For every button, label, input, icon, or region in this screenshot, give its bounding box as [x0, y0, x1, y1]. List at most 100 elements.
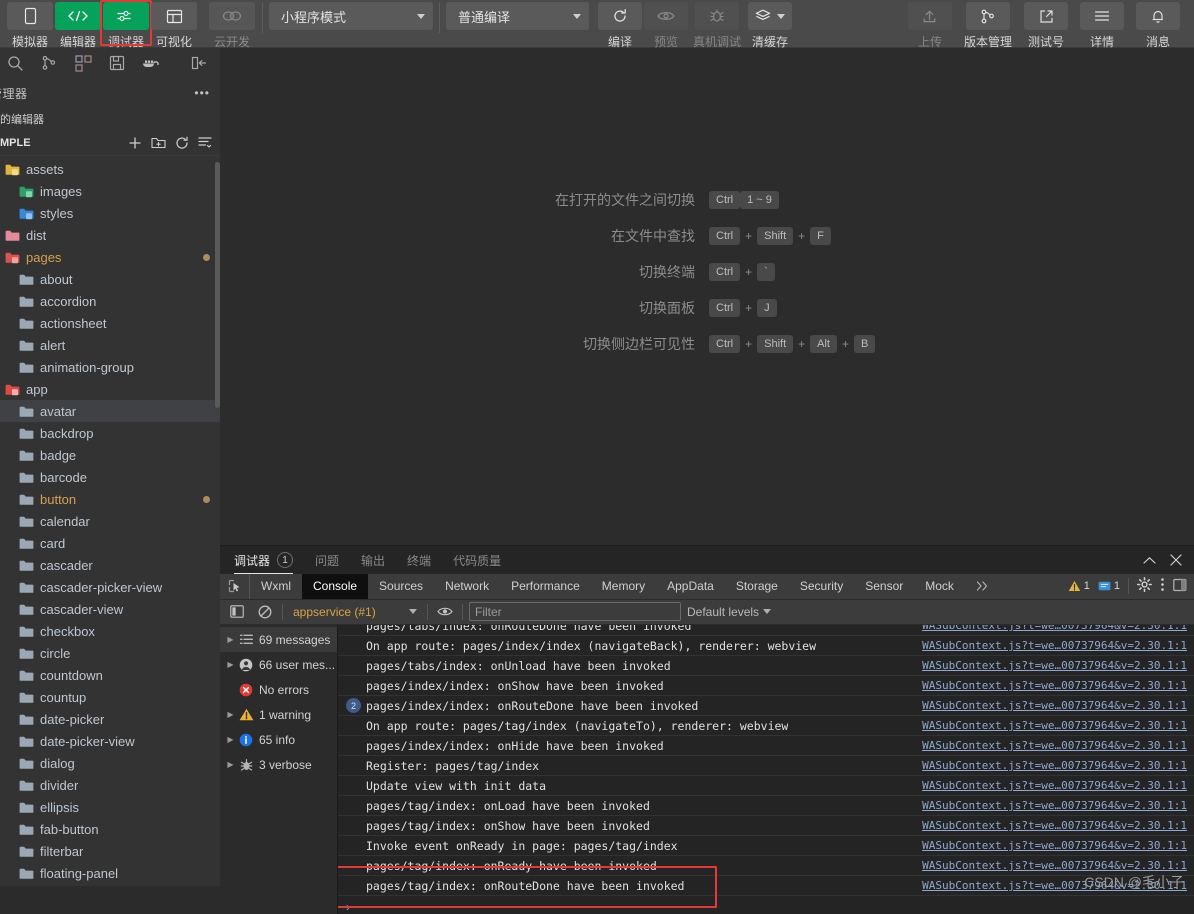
devtools-tab-memory[interactable]: Memory: [591, 574, 656, 599]
console-sidebar-toggle-icon[interactable]: [226, 602, 248, 622]
panel-tab-terminal[interactable]: 终端: [407, 546, 431, 574]
file-tree[interactable]: assets images styles dist pages about accordio…: [0, 156, 220, 914]
compile-button[interactable]: 编译: [597, 0, 643, 50]
console-log-row[interactable]: pages/tag/index: onReady have been invok…: [338, 856, 1194, 877]
toolbar-tab-cloud[interactable]: 云开发: [208, 0, 256, 50]
warning-count-chip[interactable]: 1: [1068, 580, 1090, 592]
open-editors-section[interactable]: 的编辑器: [0, 108, 220, 130]
expand-triangle-icon[interactable]: ▶: [224, 660, 237, 669]
console-log-row[interactable]: On app route: pages/index/index (navigat…: [338, 636, 1194, 657]
log-source-link[interactable]: WASubContext.js?t=we…00737964&v=2.30.1:1: [922, 859, 1187, 872]
docker-icon[interactable]: [134, 49, 168, 77]
log-source-link[interactable]: WASubContext.js?t=we…00737964&v=2.30.1:1: [922, 839, 1187, 852]
tree-item-cascader-view[interactable]: cascader-view: [0, 598, 220, 620]
tree-item-assets[interactable]: assets: [0, 158, 220, 180]
console-log-row[interactable]: pages/tag/index: onShow have been invoke…: [338, 816, 1194, 837]
new-folder-icon[interactable]: [151, 136, 166, 149]
close-icon[interactable]: [1170, 554, 1182, 566]
tree-item-app[interactable]: app: [0, 378, 220, 400]
tree-item-fab-button[interactable]: fab-button: [0, 818, 220, 840]
message-count-chip[interactable]: 1: [1098, 580, 1120, 592]
panel-tab-debugger[interactable]: 调试器 1: [234, 546, 294, 574]
collapse-panel-icon[interactable]: [182, 49, 216, 77]
mode-select[interactable]: 小程序模式: [269, 2, 433, 30]
devtools-tab-mock[interactable]: Mock: [914, 574, 965, 599]
console-sidebar-item-warning[interactable]: ▶ 1 warning: [220, 702, 337, 727]
expand-triangle-icon[interactable]: ▶: [224, 635, 237, 644]
devtools-tab-appdata[interactable]: AppData: [656, 574, 725, 599]
tree-item-filterbar[interactable]: filterbar: [0, 840, 220, 862]
chevron-double-right-icon[interactable]: [965, 574, 1000, 599]
log-source-link[interactable]: WASubContext.js?t=we…00737964&v=2.30.1:1: [922, 679, 1187, 692]
console-log-row[interactable]: pages/index/index: onShow have been invo…: [338, 676, 1194, 697]
explorer-more-icon[interactable]: •••: [194, 86, 210, 100]
tree-item-cascader[interactable]: cascader: [0, 554, 220, 576]
tree-item-badge[interactable]: badge: [0, 444, 220, 466]
log-source-link[interactable]: WASubContext.js?t=we…00737964&v=2.30.1:1: [922, 625, 1187, 632]
console-log-row[interactable]: pages/index/index: onHide have been invo…: [338, 736, 1194, 757]
tree-item-floating-panel[interactable]: floating-panel: [0, 862, 220, 884]
extensions-icon[interactable]: [66, 49, 100, 77]
devtools-tab-performance[interactable]: Performance: [500, 574, 591, 599]
console-log-row[interactable]: Invoke event onReady in page: pages/tag/…: [338, 836, 1194, 857]
panel-tab-problems[interactable]: 问题: [315, 546, 339, 574]
console-filter-input[interactable]: [469, 602, 681, 622]
project-section-header[interactable]: MPLE: [0, 130, 220, 156]
gear-icon[interactable]: [1137, 577, 1152, 595]
tree-item-actionsheet[interactable]: actionsheet: [0, 312, 220, 334]
tree-item-button[interactable]: button: [0, 488, 220, 510]
sidebar-scrollbar[interactable]: [215, 162, 220, 408]
tree-item-barcode[interactable]: barcode: [0, 466, 220, 488]
console-log-row[interactable]: 2 pages/index/index: onRouteDone have bee…: [338, 696, 1194, 717]
log-source-link[interactable]: WASubContext.js?t=we…00737964&v=2.30.1:1: [922, 819, 1187, 832]
console-log-row[interactable]: pages/tag/index: onLoad have been invoke…: [338, 796, 1194, 817]
chevron-up-icon[interactable]: [1143, 556, 1156, 565]
toolbar-tab-editor[interactable]: 编辑器: [54, 0, 102, 50]
log-source-link[interactable]: WASubContext.js?t=we…00737964&v=2.30.1:1: [922, 639, 1187, 652]
dock-side-icon[interactable]: [1173, 578, 1188, 595]
tree-item-accordion[interactable]: accordion: [0, 290, 220, 312]
devtools-tab-sensor[interactable]: Sensor: [854, 574, 914, 599]
tree-item-date-picker-view[interactable]: date-picker-view: [0, 730, 220, 752]
refresh-icon[interactable]: [175, 136, 189, 150]
new-file-icon[interactable]: [128, 136, 142, 150]
toolbar-tab-visual[interactable]: 可视化: [150, 0, 198, 50]
devtools-tab-sources[interactable]: Sources: [368, 574, 434, 599]
expand-triangle-icon[interactable]: ▶: [224, 760, 237, 769]
console-log-row[interactable]: pages/tabs/index: onUnload have been inv…: [338, 656, 1194, 677]
tree-item-divider[interactable]: divider: [0, 774, 220, 796]
console-sidebar-item-info[interactable]: ▶ 65 info: [220, 727, 337, 752]
inspect-element-icon[interactable]: [220, 574, 250, 599]
panel-tab-output[interactable]: 输出: [361, 546, 385, 574]
log-source-link[interactable]: WASubContext.js?t=we…00737964&v=2.30.1:1: [922, 699, 1187, 712]
toolbar-tab-simulator[interactable]: 模拟器: [6, 0, 54, 50]
devtools-tab-console[interactable]: Console: [302, 574, 369, 599]
messages-button[interactable]: 消息: [1130, 0, 1186, 50]
log-source-link[interactable]: WASubContext.js?t=we…00737964&v=2.30.1:1: [922, 739, 1187, 752]
devtools-tab-network[interactable]: Network: [434, 574, 500, 599]
details-button[interactable]: 详情: [1074, 0, 1130, 50]
tree-item-dialog[interactable]: dialog: [0, 752, 220, 774]
source-control-icon[interactable]: [32, 49, 66, 77]
log-source-link[interactable]: WASubContext.js?t=we…00737964&v=2.30.1:1: [922, 879, 1187, 892]
console-sidebar[interactable]: ▶ 69 messages ▶ 66 user mes... No errors ▶ 1 w…: [220, 625, 338, 914]
tree-item-about[interactable]: about: [0, 268, 220, 290]
search-icon[interactable]: [0, 49, 32, 77]
clear-console-icon[interactable]: [254, 602, 276, 622]
expand-triangle-icon[interactable]: ▶: [224, 710, 237, 719]
console-prompt[interactable]: ›: [338, 896, 1194, 914]
tree-item-circle[interactable]: circle: [0, 642, 220, 664]
tree-item-card[interactable]: card: [0, 532, 220, 554]
tree-item-countdown[interactable]: countdown: [0, 664, 220, 686]
log-source-link[interactable]: WASubContext.js?t=we…00737964&v=2.30.1:1: [922, 799, 1187, 812]
devtools-tab-wxml[interactable]: Wxml: [250, 574, 302, 599]
collapse-all-icon[interactable]: [198, 136, 212, 149]
console-context-select[interactable]: appservice (#1): [289, 605, 421, 619]
tree-item-calendar[interactable]: calendar: [0, 510, 220, 532]
real-device-debug-button[interactable]: 真机调试: [689, 0, 745, 50]
clear-cache-button[interactable]: 清缓存: [745, 0, 795, 50]
tree-item-countup[interactable]: countup: [0, 686, 220, 708]
tree-item-animation-group[interactable]: animation-group: [0, 356, 220, 378]
tree-item-avatar[interactable]: avatar: [0, 400, 220, 422]
console-log-row[interactable]: pages/tabs/index: onRouteDone have been …: [338, 625, 1194, 637]
